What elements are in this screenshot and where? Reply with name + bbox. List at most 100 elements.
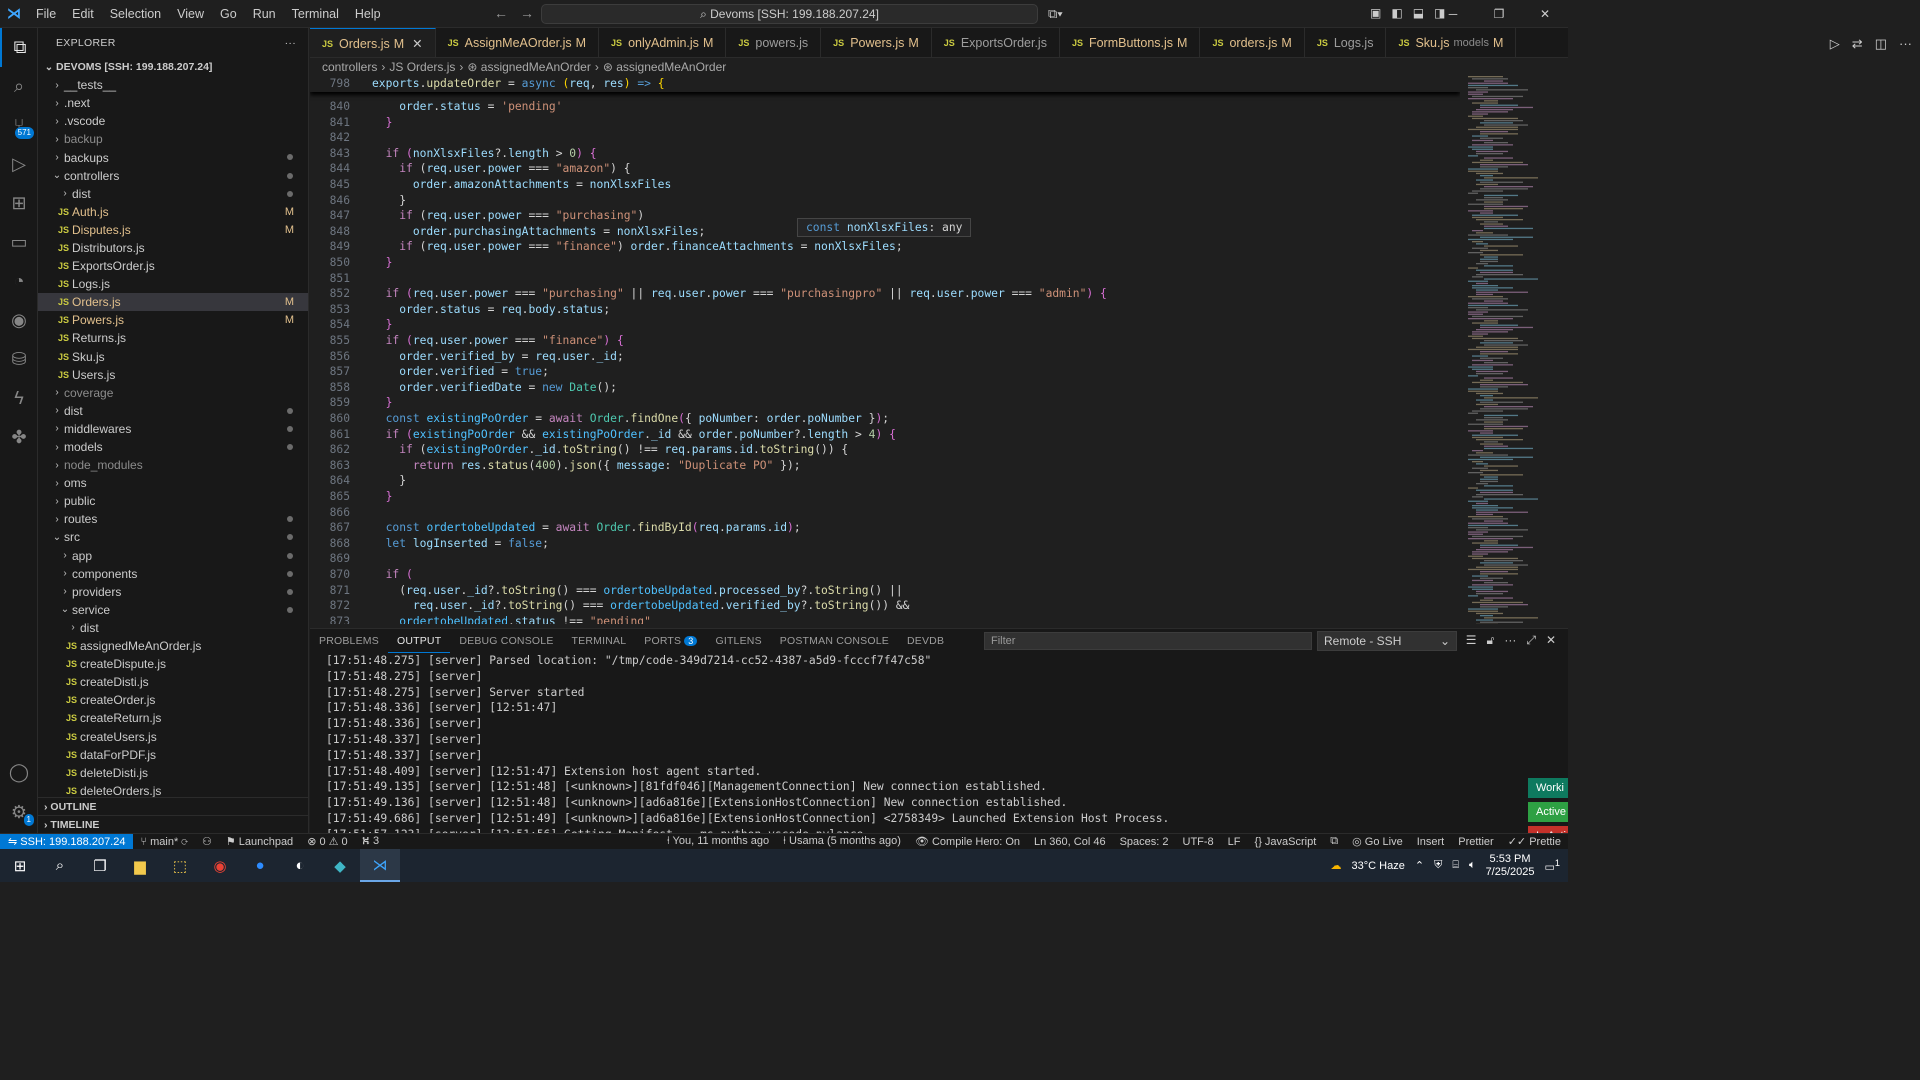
split-editor-icon[interactable]: ◫ bbox=[1875, 36, 1887, 52]
app-icon[interactable]: ◐ bbox=[280, 849, 320, 882]
search-activity-icon[interactable]: ⌕ bbox=[0, 67, 38, 106]
breadcrumb-item[interactable]: controllers bbox=[322, 60, 377, 76]
panel-tab-problems[interactable]: PROBLEMS bbox=[310, 629, 388, 653]
code-line[interactable]: 840 order.status = 'pending' bbox=[310, 99, 1460, 115]
menu-file[interactable]: File bbox=[28, 7, 64, 21]
close-window-icon[interactable]: ✕ bbox=[1522, 0, 1568, 28]
code-line[interactable]: 855 if (req.user.power === "finance") { bbox=[310, 333, 1460, 349]
workspace-root[interactable]: ⌄ DEVOMS [SSH: 199.188.207.24] bbox=[38, 58, 308, 76]
insert-mode[interactable]: Insert bbox=[1410, 836, 1452, 848]
code-line[interactable]: 869 bbox=[310, 551, 1460, 567]
gitlens-author[interactable]: ⍿ Usama (5 months ago) bbox=[776, 835, 908, 848]
copilot-icon[interactable]: ⧉▾ bbox=[1048, 6, 1063, 22]
extensions-icon[interactable]: ⊞ bbox=[0, 184, 38, 223]
search-icon[interactable]: ⌕ bbox=[40, 849, 80, 882]
go-live[interactable]: ◎ Go Live bbox=[1345, 835, 1410, 848]
code-line[interactable]: 857 order.verified = true; bbox=[310, 364, 1460, 380]
code-line[interactable]: 841 } bbox=[310, 115, 1460, 131]
folder-item[interactable]: › dist bbox=[38, 402, 308, 420]
folder-item[interactable]: › middlewares bbox=[38, 420, 308, 438]
code-line[interactable]: 858 order.verifiedDate = new Date(); bbox=[310, 380, 1460, 396]
list-filter-icon[interactable]: ☰ bbox=[1466, 633, 1477, 648]
copilot-status-icon[interactable]: ⚇ bbox=[195, 835, 219, 848]
run-debug-icon[interactable]: ▷ bbox=[0, 145, 38, 184]
panel-tab-ports[interactable]: PORTS 3 bbox=[635, 629, 706, 653]
menu-go[interactable]: Go bbox=[212, 7, 245, 21]
file-item[interactable]: JS Logs.js bbox=[38, 275, 308, 293]
tab-sku-js[interactable]: JS Sku.js models M bbox=[1386, 28, 1517, 57]
folder-item[interactable]: › dist bbox=[38, 619, 308, 637]
tab-formbuttons-js[interactable]: JS FormButtons.js M bbox=[1060, 28, 1201, 57]
file-item[interactable]: JS Distributors.js bbox=[38, 239, 308, 257]
file-item[interactable]: JS Sku.js bbox=[38, 348, 308, 366]
database-icon[interactable]: ⛁ bbox=[0, 340, 38, 379]
windows-start-icon[interactable]: ⊞ bbox=[0, 849, 40, 882]
code-line[interactable]: 870 if ( bbox=[310, 567, 1460, 583]
clock[interactable]: 5:53 PM 7/25/2025 bbox=[1486, 853, 1535, 879]
file-item[interactable]: JS createDispute.js bbox=[38, 655, 308, 673]
code-line[interactable]: 867 const ordertobeUpdated = await Order… bbox=[310, 520, 1460, 536]
sticky-scroll-line[interactable]: 798 exports.updateOrder = async (req, res… bbox=[310, 76, 1460, 92]
close-panel-icon[interactable]: ✕ bbox=[1546, 633, 1556, 648]
folder-item[interactable]: › backups bbox=[38, 148, 308, 166]
lock-icon[interactable]: 🔓︎ bbox=[1487, 633, 1495, 648]
maximize-panel-icon[interactable]: ⤢ bbox=[1526, 633, 1536, 648]
chrome-icon[interactable]: ◉ bbox=[200, 849, 240, 882]
cursor-position[interactable]: Ln 360, Col 46 bbox=[1027, 836, 1113, 848]
file-item[interactable]: JS createUsers.js bbox=[38, 727, 308, 745]
output-filter-input[interactable]: Filter bbox=[984, 632, 1312, 650]
tab-powers-js[interactable]: JS powers.js bbox=[726, 28, 822, 57]
folder-item[interactable]: › node_modules bbox=[38, 456, 308, 474]
toggle-panel-icon[interactable]: ⬓ bbox=[1413, 6, 1424, 20]
restore-icon[interactable]: ❐ bbox=[1476, 0, 1522, 28]
problems-status[interactable]: ⊗ 0 ⚠ 0 bbox=[300, 835, 354, 848]
folder-item[interactable]: › providers bbox=[38, 583, 308, 601]
gitlens-icon[interactable]: ◔ bbox=[0, 262, 38, 301]
code-line[interactable]: 851 bbox=[310, 271, 1460, 287]
code-line[interactable]: 849 if (req.user.power === "finance") or… bbox=[310, 239, 1460, 255]
menu-help[interactable]: Help bbox=[347, 7, 389, 21]
code-line[interactable]: 868 let logInserted = false; bbox=[310, 536, 1460, 552]
code-line[interactable]: 850 } bbox=[310, 255, 1460, 271]
volume-icon[interactable]: 🔈︎ bbox=[1469, 859, 1476, 872]
outline-section[interactable]: › OUTLINE bbox=[38, 797, 309, 815]
code-line[interactable]: 866 bbox=[310, 505, 1460, 521]
code-line[interactable]: 860 const existingPoOrder = await Order.… bbox=[310, 411, 1460, 427]
vscode-taskbar-icon[interactable]: ⋊ bbox=[360, 849, 400, 882]
code-line[interactable]: 854 } bbox=[310, 317, 1460, 333]
file-item[interactable]: JS Auth.js M bbox=[38, 203, 308, 221]
store-icon[interactable]: ⬚ bbox=[160, 849, 200, 882]
folder-item[interactable]: › oms bbox=[38, 474, 308, 492]
more-panel-actions-icon[interactable]: ··· bbox=[1504, 633, 1516, 648]
status-toast-working[interactable]: Worki bbox=[1528, 778, 1568, 798]
file-item[interactable]: JS Disputes.js M bbox=[38, 221, 308, 239]
file-item[interactable]: JS dataForPDF.js bbox=[38, 746, 308, 764]
file-item[interactable]: JS Orders.js M bbox=[38, 293, 308, 312]
prettier-check[interactable]: ✓✓ Prettie bbox=[1501, 835, 1568, 848]
file-item[interactable]: JS createReturn.js bbox=[38, 709, 308, 727]
remote-indicator[interactable]: ⇋ SSH: 199.188.207.24 bbox=[0, 833, 134, 850]
code-line[interactable]: 843 if (nonXlsxFiles?.length > 0) { bbox=[310, 146, 1460, 162]
folder-item[interactable]: › public bbox=[38, 492, 308, 510]
code-line[interactable]: 873 ordertobeUpdated.status !== "pending… bbox=[310, 614, 1460, 624]
code-line[interactable]: 853 order.status = req.body.status; bbox=[310, 302, 1460, 318]
customize-layout-icon[interactable]: ▣ bbox=[1370, 6, 1381, 20]
tab-exportsorder-js[interactable]: JS ExportsOrder.js bbox=[932, 28, 1060, 57]
breadcrumb-item[interactable]: JS Orders.js bbox=[389, 60, 455, 76]
file-explorer-icon[interactable]: ▆ bbox=[120, 849, 160, 882]
tab-onlyadmin-js[interactable]: JS onlyAdmin.js M bbox=[599, 28, 727, 57]
accounts-icon[interactable]: ◯ bbox=[0, 753, 38, 792]
python-icon[interactable]: ✤ bbox=[0, 418, 38, 457]
compare-changes-icon[interactable]: ⇄ bbox=[1852, 36, 1863, 52]
folder-item[interactable]: ⌄ controllers bbox=[38, 167, 308, 185]
more-actions-icon[interactable]: ··· bbox=[285, 37, 296, 49]
folder-item[interactable]: ⌄ src bbox=[38, 528, 308, 546]
file-item[interactable]: JS assignedMeAnOrder.js bbox=[38, 637, 308, 655]
indentation[interactable]: Spaces: 2 bbox=[1113, 836, 1176, 848]
notification-icon[interactable]: ▭1 bbox=[1545, 858, 1561, 874]
remote-explorer-icon[interactable]: ▭ bbox=[0, 223, 38, 262]
source-control-icon[interactable]: ⑂ 571 bbox=[0, 106, 38, 145]
breadcrumb-item[interactable]: ⊛ assignedMeAnOrder bbox=[467, 60, 590, 76]
tab-orders-js[interactable]: JS Orders.js M ✕ bbox=[310, 28, 436, 57]
code-line[interactable]: 862 if (existingPoOrder._id.toString() !… bbox=[310, 442, 1460, 458]
